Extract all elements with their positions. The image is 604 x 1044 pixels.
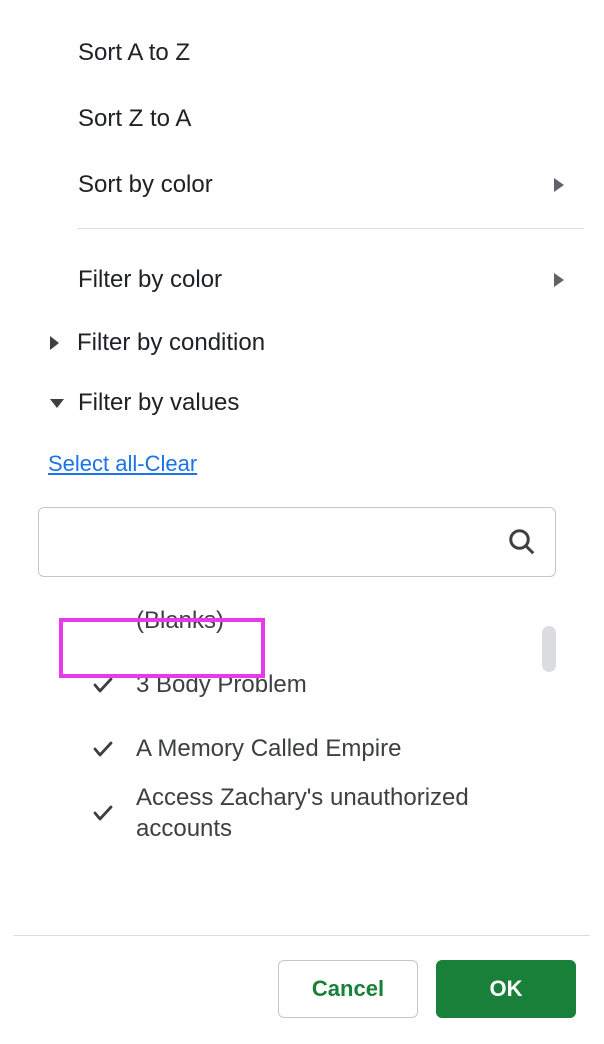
sort-by-color-label: Sort by color — [78, 171, 213, 199]
filter-color-section: Filter by color — [0, 247, 604, 313]
value-label: 3 Body Problem — [136, 669, 556, 700]
sort-section: Sort A to Z Sort Z to A Sort by color — [0, 20, 604, 218]
footer: Cancel OK — [0, 936, 604, 1044]
check-icon — [88, 801, 118, 825]
link-separator: - — [137, 451, 144, 476]
filter-by-condition[interactable]: Filter by condition — [0, 313, 604, 373]
filter-by-color-label: Filter by color — [78, 266, 222, 294]
filter-panel: Sort A to Z Sort Z to A Sort by color Fi… — [0, 0, 604, 1044]
caret-down-icon — [50, 399, 64, 408]
clear-link[interactable]: Clear — [145, 451, 198, 476]
filter-by-values-label: Filter by values — [78, 389, 239, 417]
sort-z-to-a-label: Sort Z to A — [78, 105, 191, 133]
check-icon — [88, 737, 118, 761]
ok-button[interactable]: OK — [436, 960, 576, 1018]
scrollbar-thumb[interactable] — [542, 626, 556, 672]
chevron-right-icon — [554, 273, 564, 287]
filter-by-color[interactable]: Filter by color — [78, 247, 584, 313]
select-clear-row: Select all-Clear — [0, 433, 604, 477]
value-item[interactable]: Access Zachary's unauthorized accounts — [48, 781, 556, 845]
search-box[interactable] — [38, 507, 556, 577]
select-all-link[interactable]: Select all — [48, 451, 137, 476]
sort-by-color[interactable]: Sort by color — [78, 152, 584, 218]
value-item-blanks[interactable]: (Blanks) — [48, 589, 556, 653]
ok-button-label: OK — [490, 976, 523, 1002]
spacer — [0, 859, 604, 935]
check-icon — [88, 673, 118, 697]
search-container — [38, 507, 556, 577]
value-label: (Blanks) — [136, 605, 556, 636]
caret-right-icon — [50, 336, 59, 350]
value-label: A Memory Called Empire — [136, 733, 556, 764]
sort-a-to-z[interactable]: Sort A to Z — [78, 20, 584, 86]
value-item[interactable]: A Memory Called Empire — [48, 717, 556, 781]
search-input[interactable] — [53, 508, 507, 576]
cancel-button[interactable]: Cancel — [278, 960, 418, 1018]
sort-z-to-a[interactable]: Sort Z to A — [78, 86, 584, 152]
chevron-right-icon — [554, 178, 564, 192]
cancel-button-label: Cancel — [312, 976, 384, 1002]
section-divider — [78, 228, 584, 229]
value-label: Access Zachary's unauthorized accounts — [136, 782, 556, 844]
filter-by-values[interactable]: Filter by values — [0, 373, 604, 433]
value-item[interactable]: 3 Body Problem — [48, 653, 556, 717]
search-icon — [507, 527, 537, 557]
values-list[interactable]: (Blanks) 3 Body Problem A Memory Called … — [48, 589, 556, 859]
sort-a-to-z-label: Sort A to Z — [78, 39, 190, 67]
filter-by-condition-label: Filter by condition — [77, 329, 265, 357]
